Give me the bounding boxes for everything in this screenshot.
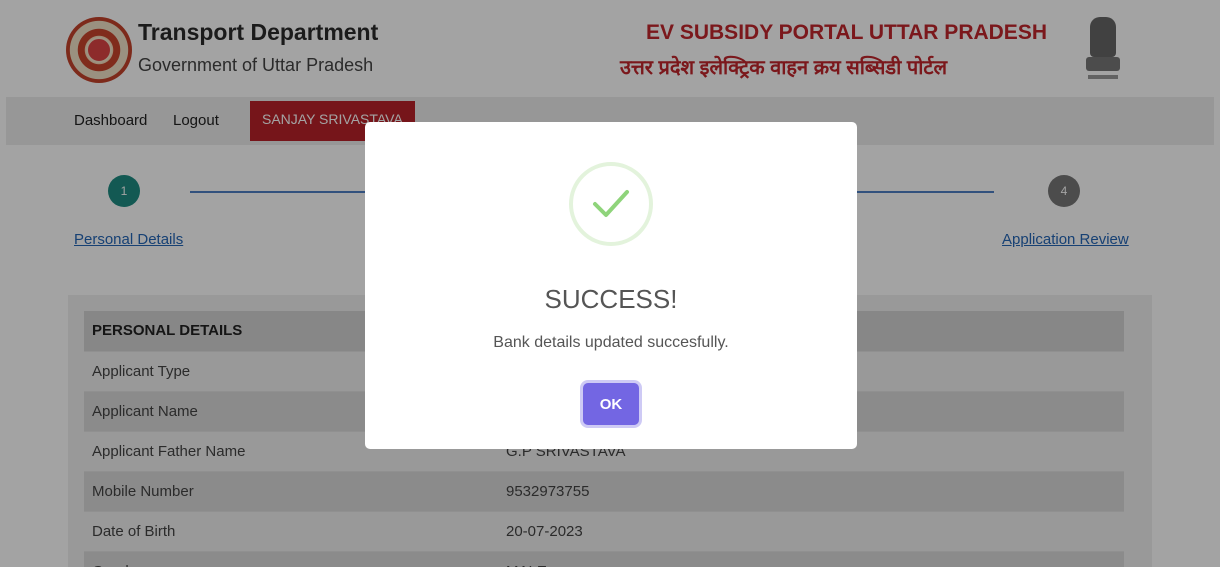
modal-backdrop[interactable]: SUCCESS! Bank details updated succesfull… bbox=[0, 0, 1220, 567]
dialog-message: Bank details updated succesfully. bbox=[493, 334, 729, 351]
success-dialog: SUCCESS! Bank details updated succesfull… bbox=[365, 122, 857, 449]
success-check-icon bbox=[569, 162, 653, 246]
dialog-title: SUCCESS! bbox=[544, 284, 678, 314]
ok-button[interactable]: OK bbox=[583, 383, 639, 425]
